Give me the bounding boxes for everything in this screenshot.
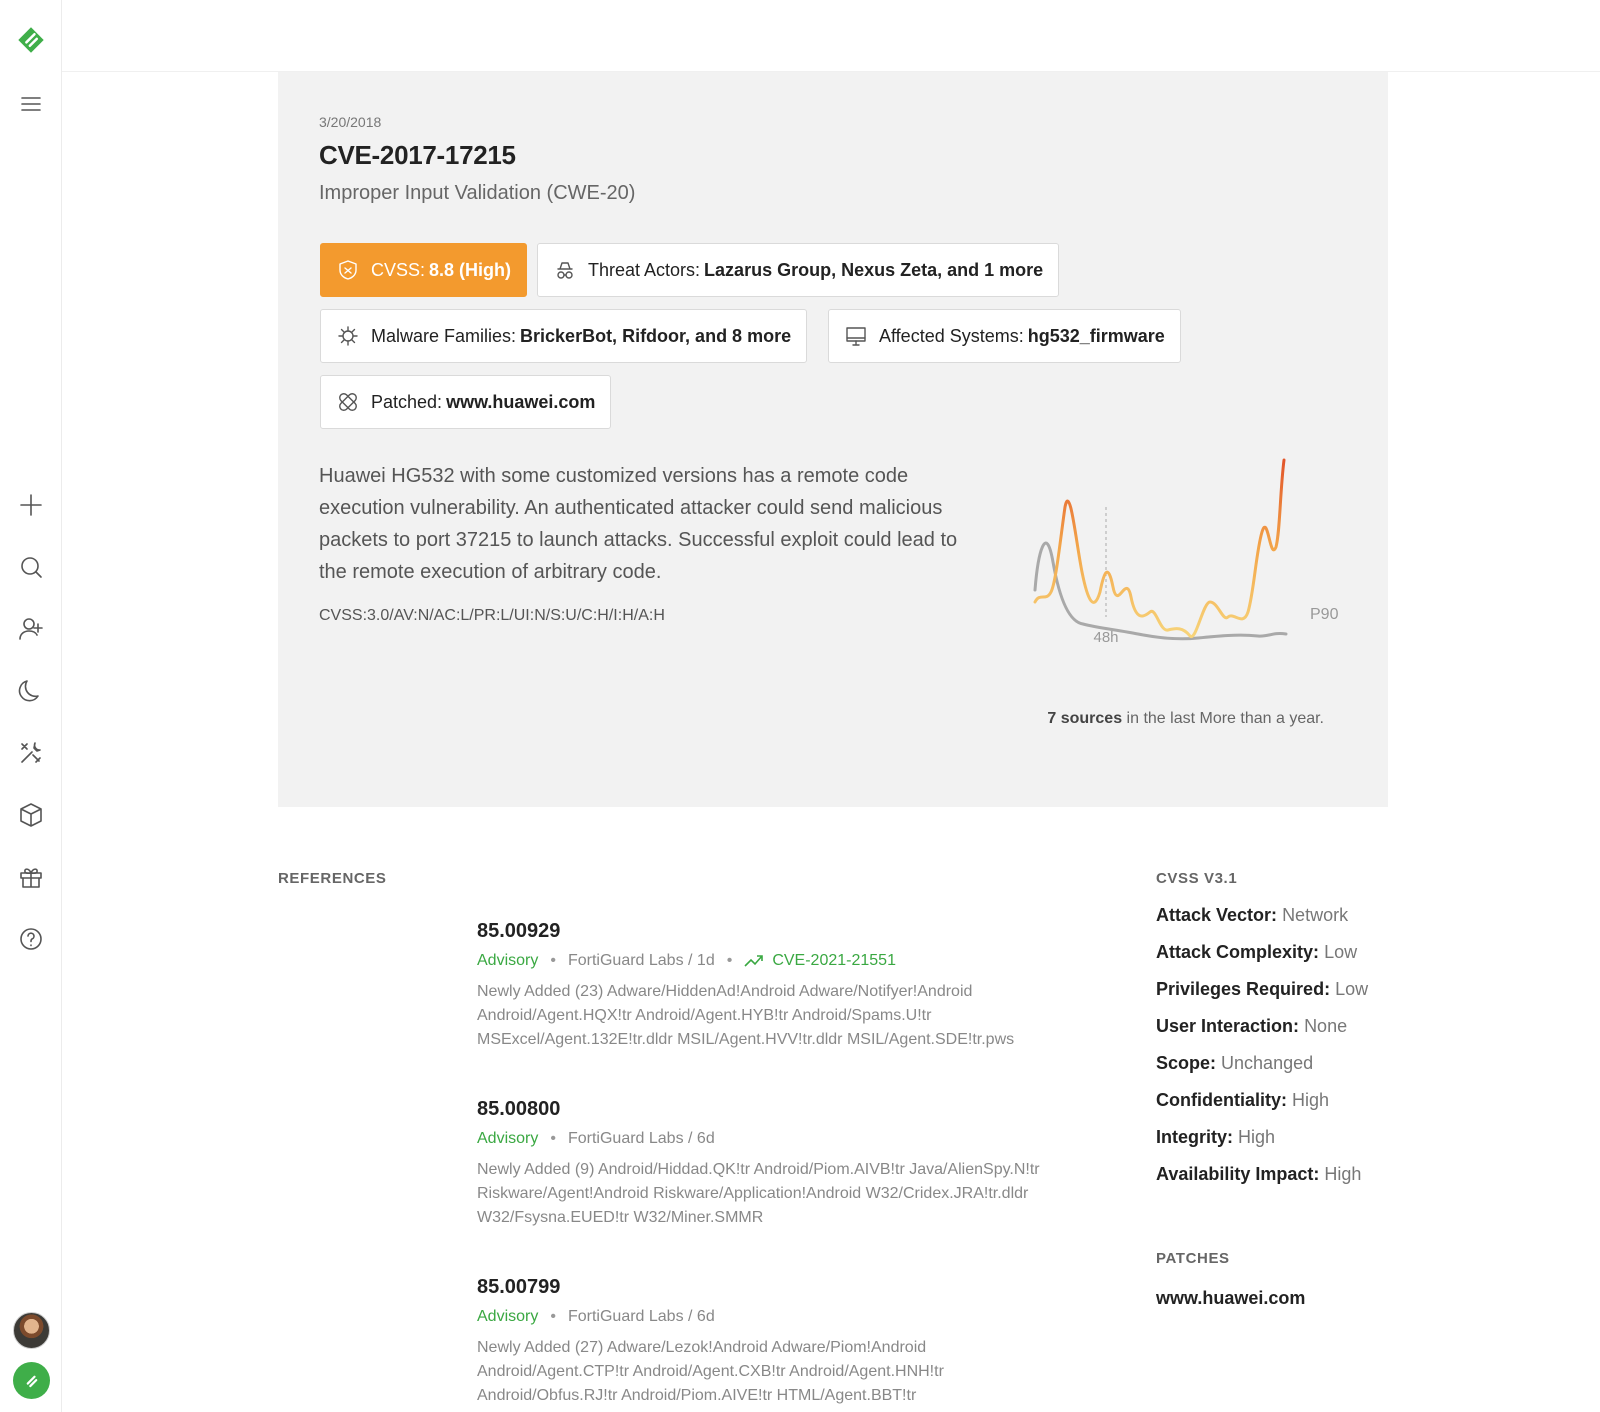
sources-count: 7 sources	[1047, 710, 1123, 727]
patched-label: Patched:	[371, 391, 443, 412]
references-heading: REFERENCES	[278, 870, 387, 887]
menu-icon[interactable]	[15, 88, 47, 120]
cvss-value: 8.8 (High)	[429, 259, 512, 280]
cvss-metric-row: Attack Vector: Network	[1156, 905, 1349, 925]
reference-item: 85.00929 Advisory • FortiGuard Labs / 1d…	[477, 920, 1077, 1052]
cvss-label: CVSS:	[371, 259, 426, 280]
reference-id[interactable]: 85.00800	[477, 1098, 1077, 1121]
moon-icon[interactable]	[15, 675, 47, 707]
reference-type-link[interactable]: Advisory	[477, 1130, 538, 1148]
reference-type-link[interactable]: Advisory	[477, 1308, 538, 1326]
logo-icon[interactable]	[15, 24, 47, 56]
cvss-metric-row: Confidentiality: High	[1156, 1090, 1330, 1110]
threat-actors-value: Lazarus Group, Nexus Zeta, and 1 more	[704, 259, 1044, 280]
reference-body: Newly Added (9) Android/Hiddad.QK!tr And…	[477, 1161, 1040, 1226]
left-rail	[0, 0, 62, 1412]
malware-families-label: Malware Families:	[371, 325, 517, 346]
cvss-metric-row: Attack Complexity: Low	[1156, 942, 1358, 962]
vulnerability-description: Huawei HG532 with some customized versio…	[319, 465, 958, 583]
patched-pill[interactable]: Patched: www.huawei.com	[320, 375, 612, 429]
help-icon[interactable]	[15, 923, 47, 955]
user-avatar[interactable]	[13, 1312, 50, 1349]
monitor-icon	[845, 325, 867, 347]
cvss-metric-row: Scope: Unchanged	[1156, 1053, 1314, 1073]
reference-source: FortiGuard Labs / 1d	[567, 952, 715, 969]
reference-meta: Advisory • FortiGuard Labs / 6d	[477, 1308, 715, 1326]
cvss-score-badge[interactable]: CVSS: 8.8 (High)	[320, 243, 528, 297]
chart-marker-label: 48h	[1093, 629, 1118, 646]
page-title: CVE-2017-17215	[319, 140, 516, 170]
vulnerability-card: 3/20/2018 CVE-2017-17215 Improper Input …	[278, 72, 1388, 807]
plus-icon[interactable]	[15, 489, 47, 521]
cvss-v31-heading: CVSS V3.1	[1156, 870, 1238, 887]
affected-systems-label: Affected Systems:	[879, 325, 1024, 346]
top-bar	[62, 0, 1600, 72]
affected-systems-pill[interactable]: Affected Systems: hg532_firmware	[828, 309, 1181, 363]
malware-families-value: BrickerBot, Rifdoor, and 8 more	[520, 325, 792, 346]
threat-actors-pill[interactable]: Threat Actors: Lazarus Group, Nexus Zeta…	[537, 243, 1060, 297]
reference-id[interactable]: 85.00929	[477, 920, 1077, 943]
virus-icon	[337, 325, 359, 347]
chart-percentile-label: P90	[1310, 606, 1339, 623]
reference-item: 85.00800 Advisory • FortiGuard Labs / 6d…	[477, 1098, 1077, 1230]
trending-icon	[744, 955, 764, 967]
reference-source: FortiGuard Labs / 6d	[567, 1130, 715, 1147]
cvss-vector-string: CVSS:3.0/AV:N/AC:L/PR:L/UI:N/S:U/C:H/I:H…	[319, 607, 665, 624]
published-date: 3/20/2018	[319, 114, 382, 130]
trending-cve-link[interactable]: CVE-2021-21551	[744, 952, 896, 970]
reference-item: 85.00799 Advisory • FortiGuard Labs / 6d…	[477, 1276, 1077, 1408]
patch-link[interactable]: www.huawei.com	[1156, 1288, 1305, 1309]
patches-heading: PATCHES	[1156, 1250, 1230, 1267]
patched-value: www.huawei.com	[446, 391, 596, 412]
bandage-icon	[337, 391, 359, 413]
shield-icon	[337, 259, 359, 281]
reference-source: FortiGuard Labs / 6d	[567, 1308, 715, 1325]
cvss-metric-row: Integrity: High	[1156, 1127, 1276, 1147]
gift-icon[interactable]	[15, 861, 47, 893]
cvss-metric-row: Privileges Required: Low	[1156, 979, 1369, 999]
box-icon[interactable]	[15, 799, 47, 831]
sources-summary: 7 sources in the last More than a year.	[1024, 710, 1324, 728]
malware-families-pill[interactable]: Malware Families: BrickerBot, Rifdoor, a…	[320, 309, 808, 363]
chart-activity-series	[1033, 458, 1286, 638]
reference-meta: Advisory • FortiGuard Labs / 1d • CVE-20…	[477, 952, 896, 970]
tools-icon[interactable]	[15, 737, 47, 769]
reference-body: Newly Added (27) Adware/Lezok!Android Ad…	[477, 1339, 944, 1404]
affected-systems-value: hg532_firmware	[1027, 325, 1165, 346]
cvss-metric-row: User Interaction: None	[1156, 1016, 1348, 1036]
spy-icon	[554, 259, 576, 281]
cvss-metrics-list: Attack Vector: Network Attack Complexity…	[1156, 905, 1368, 1201]
cvss-metric-row: Availability Impact: High	[1156, 1164, 1362, 1184]
reference-meta: Advisory • FortiGuard Labs / 6d	[477, 1130, 715, 1148]
search-icon[interactable]	[15, 551, 47, 583]
threat-actors-label: Threat Actors:	[588, 259, 701, 280]
reference-type-link[interactable]: Advisory	[477, 952, 538, 970]
reference-body: Newly Added (23) Adware/HiddenAd!Android…	[477, 983, 1015, 1048]
app-logo-icon[interactable]	[13, 1362, 50, 1399]
weakness-subtitle: Improper Input Validation (CWE-20)	[319, 182, 636, 204]
trending-cve-label: CVE-2021-21551	[772, 952, 896, 969]
sources-suffix: in the last More than a year.	[1122, 710, 1324, 727]
reference-id[interactable]: 85.00799	[477, 1276, 1077, 1299]
add-user-icon[interactable]	[15, 613, 47, 645]
activity-sparkline: 48h P90	[1033, 458, 1339, 646]
